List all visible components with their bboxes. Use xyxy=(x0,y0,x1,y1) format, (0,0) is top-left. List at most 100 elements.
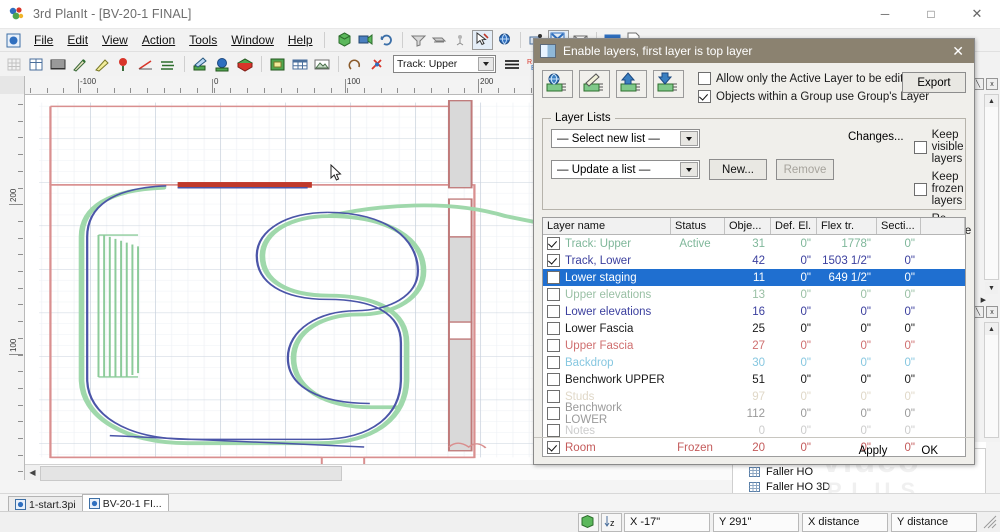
globe2-icon[interactable] xyxy=(213,55,233,74)
layer-visible-checkbox[interactable] xyxy=(547,288,560,301)
ok-button[interactable]: OK xyxy=(907,445,952,457)
green-cube-icon[interactable] xyxy=(335,31,354,49)
keep-visible-layers-box[interactable] xyxy=(913,140,927,154)
table-icon[interactable] xyxy=(26,55,46,74)
add-layer-icon[interactable] xyxy=(542,70,573,98)
paint-icon[interactable] xyxy=(191,55,211,74)
menu-tools[interactable]: Tools xyxy=(182,31,224,49)
ladder-icon[interactable] xyxy=(48,55,68,74)
menu-edit[interactable]: Edit xyxy=(60,31,95,49)
table-row[interactable]: Upper Fascia 27 0" 0" 0" xyxy=(543,337,965,354)
enable-layers-dialog[interactable]: Enable layers, first layer is top layer … xyxy=(533,38,975,465)
list-item[interactable]: Faller HO 3D xyxy=(733,479,985,494)
keep-frozen-layers-box[interactable] xyxy=(913,182,927,196)
layer-visible-checkbox[interactable] xyxy=(547,271,560,284)
layer-visible-checkbox[interactable] xyxy=(547,305,560,318)
image-icon[interactable] xyxy=(312,55,332,74)
layers-icon[interactable] xyxy=(268,55,288,74)
menu-file[interactable]: File xyxy=(27,31,60,49)
group-layer-checkbox[interactable]: Objects within a Group use Group's Layer xyxy=(698,90,929,103)
col-objects[interactable]: Obje... xyxy=(725,218,771,234)
camera-3d-icon[interactable] xyxy=(356,31,375,49)
filter-icon[interactable] xyxy=(409,31,428,49)
menu-action[interactable]: Action xyxy=(135,31,182,49)
chevron-down-icon-select-new[interactable] xyxy=(680,131,698,146)
col-flex-tr[interactable]: Flex tr. xyxy=(817,218,877,234)
solid-icon[interactable] xyxy=(235,55,255,74)
pencil-icon[interactable] xyxy=(70,55,90,74)
layer-visible-checkbox[interactable] xyxy=(547,254,560,267)
group-layer-box[interactable] xyxy=(698,90,711,103)
panel-close-button-2[interactable]: x xyxy=(986,306,998,318)
maximize-button[interactable]: □ xyxy=(908,0,954,28)
menu-view[interactable]: View xyxy=(95,31,135,49)
dialog-close-button[interactable]: ✕ xyxy=(948,43,968,60)
layer-visible-checkbox[interactable] xyxy=(547,373,560,386)
scroll-down-icon[interactable]: ▼ xyxy=(985,282,998,294)
refresh-view-icon[interactable] xyxy=(377,31,396,49)
select-new-list-dropdown[interactable]: — Select new list — xyxy=(551,129,700,148)
table-row[interactable]: Backdrop 30 0" 0" 0" xyxy=(543,354,965,371)
layer-visible-checkbox[interactable] xyxy=(547,407,560,420)
train-icon[interactable] xyxy=(430,31,449,49)
resize-grip-icon[interactable] xyxy=(983,515,997,529)
scroll-up-icon-2[interactable]: ▲ xyxy=(985,323,998,335)
scroll-left-icon[interactable]: ◀ xyxy=(25,465,40,480)
z-axis-icon[interactable]: z xyxy=(601,512,622,532)
green-cube-icon-status[interactable] xyxy=(578,512,599,532)
grade-icon[interactable] xyxy=(136,55,156,74)
globe-icon[interactable] xyxy=(495,31,514,49)
layer-visible-checkbox[interactable] xyxy=(547,339,560,352)
doc-tab-2[interactable]: BV-20-1 FI... xyxy=(81,494,169,512)
move-layer-up-icon[interactable] xyxy=(616,70,647,98)
minimize-button[interactable]: ─ xyxy=(862,0,908,28)
panel-close-button[interactable]: x xyxy=(986,78,998,90)
table-row[interactable]: Lower Fascia 25 0" 0" 0" xyxy=(543,320,965,337)
undo-arc-icon[interactable] xyxy=(345,55,365,74)
col-def-el[interactable]: Def. El. xyxy=(771,218,817,234)
table-row[interactable]: Benchwork LOWER 112 0" 0" 0" xyxy=(543,402,965,426)
tree-icon[interactable] xyxy=(114,55,134,74)
list-item[interactable]: Faller HO xyxy=(733,464,985,479)
menu-help[interactable]: Help xyxy=(281,31,320,49)
keep-visible-layers-checkbox[interactable]: Keep visible layers xyxy=(913,129,972,165)
col-section[interactable]: Secti... xyxy=(877,218,921,234)
allow-active-layer-checkbox[interactable]: Allow only the Active Layer to be edited xyxy=(698,72,916,85)
layers-table[interactable]: Layer name Status Obje... Def. El. Flex … xyxy=(542,217,966,457)
close-button[interactable]: ✕ xyxy=(954,0,1000,28)
table-row[interactable]: Track: Upper Active 31 0" 1778" 0" xyxy=(543,235,965,252)
layer-visible-checkbox[interactable] xyxy=(547,424,560,437)
table-row[interactable]: Benchwork UPPER 51 0" 0" 0" xyxy=(543,371,965,388)
grid-icon[interactable] xyxy=(4,55,24,74)
keep-frozen-layers-checkbox[interactable]: Keep frozen layers xyxy=(913,171,972,207)
col-status[interactable]: Status xyxy=(671,218,725,234)
menu-window[interactable]: Window xyxy=(224,31,281,49)
document-icon[interactable] xyxy=(6,33,22,48)
layer-visible-checkbox[interactable] xyxy=(547,322,560,335)
active-layer-combo[interactable]: Track: Upper xyxy=(393,55,496,73)
layer-visible-checkbox[interactable] xyxy=(547,237,560,250)
table-row[interactable]: Lower elevations 16 0" 0" 0" xyxy=(543,303,965,320)
panel-scrollbar-top[interactable]: ▲ xyxy=(984,94,999,280)
spreadsheet-icon[interactable] xyxy=(290,55,310,74)
panel-expand-icon[interactable]: ▶ xyxy=(981,296,986,304)
pointer-tool-icon[interactable] xyxy=(471,30,493,50)
highlighter-icon[interactable] xyxy=(92,55,112,74)
apply-button[interactable]: Apply xyxy=(849,445,898,457)
allow-active-layer-box[interactable] xyxy=(698,72,711,85)
export-button[interactable]: Export xyxy=(902,72,966,93)
table-row[interactable]: Upper elevations 13 0" 0" 0" xyxy=(543,286,965,303)
doc-tab-1[interactable]: 1-start.3pi xyxy=(8,496,83,512)
scroll-up-icon[interactable]: ▲ xyxy=(985,95,998,107)
pin-icon[interactable] xyxy=(367,55,387,74)
lines-icon[interactable] xyxy=(502,55,522,74)
table-row[interactable]: Lower staging 11 0" 649 1/2" 0" xyxy=(543,269,965,286)
figure-icon[interactable] xyxy=(451,31,470,49)
scroll-thumb[interactable] xyxy=(40,466,342,481)
edit-layer-icon[interactable] xyxy=(579,70,610,98)
update-a-list-dropdown[interactable]: — Update a list — xyxy=(551,160,700,179)
chevron-down-icon-update[interactable] xyxy=(680,162,698,177)
layer-visible-checkbox[interactable] xyxy=(547,356,560,369)
panel-scrollbar-bottom[interactable]: ▲ xyxy=(984,322,999,438)
chevron-down-icon[interactable] xyxy=(478,57,494,71)
